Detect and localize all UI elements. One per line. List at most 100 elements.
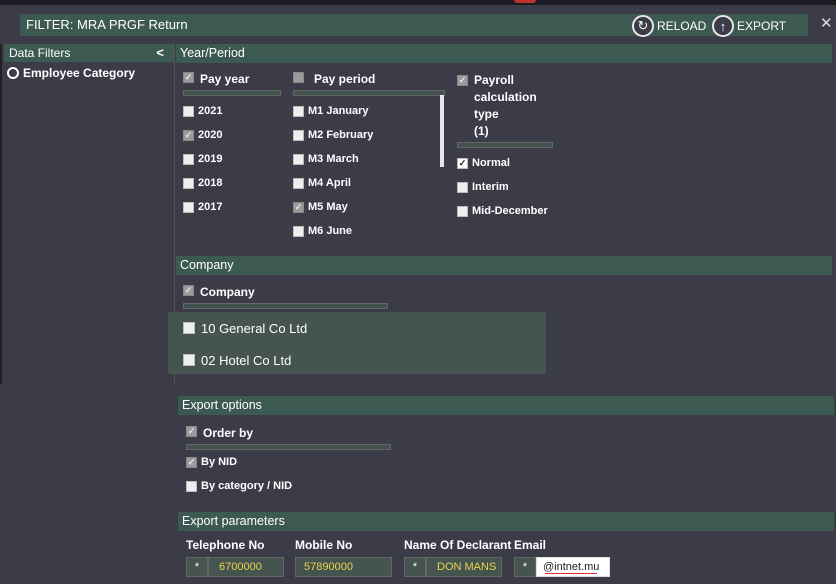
window-indicator	[514, 0, 536, 3]
section-year-period: Year/Period	[176, 44, 832, 63]
email-label: Email	[514, 538, 547, 552]
checkbox[interactable]	[183, 322, 195, 334]
section-export-parameters: Export parameters	[178, 512, 834, 531]
company-option[interactable]: 02 Hotel Co Ltd	[168, 344, 546, 376]
checkbox[interactable]: ✓	[186, 456, 197, 468]
pay-period-scrollbar[interactable]	[440, 95, 444, 167]
select-all-checkbox[interactable]	[293, 72, 304, 83]
pay-year-header[interactable]: ✓ Pay year	[183, 72, 281, 86]
declarant-input[interactable]: DON MANS	[426, 557, 502, 577]
checkbox[interactable]	[186, 480, 197, 492]
calc-type-title: Payroll	[474, 73, 515, 87]
pay-year-option[interactable]: 2021	[183, 99, 281, 123]
checkbox[interactable]	[183, 153, 194, 165]
checkbox[interactable]	[457, 205, 468, 217]
spellcheck-underline	[545, 573, 597, 574]
calc-type-header[interactable]: ✓ Payroll calculation type (1)	[457, 72, 557, 140]
company-title: Company	[200, 285, 255, 299]
option-label: 2019	[198, 153, 223, 165]
pay-year-title: Pay year	[200, 72, 250, 86]
checkbox[interactable]	[183, 354, 195, 366]
pay-period-option[interactable]: M6 June	[293, 219, 445, 243]
sidebar-item-label: Employee Category	[23, 66, 136, 80]
calc-type-option[interactable]: Interim	[457, 175, 557, 199]
calc-type-filter[interactable]	[457, 142, 553, 148]
chevron-left-icon[interactable]: <	[156, 44, 164, 62]
email-field[interactable]: * @intnet.mu	[514, 557, 610, 577]
window-top-strip	[0, 0, 836, 5]
checkbox[interactable]: ✓	[293, 201, 304, 213]
reload-label: RELOAD	[657, 19, 707, 33]
required-marker: *	[186, 557, 208, 577]
calc-type-title: calculation type	[474, 90, 537, 121]
pay-period-option[interactable]: M2 February	[293, 123, 445, 147]
checkbox[interactable]	[293, 129, 304, 141]
checkbox[interactable]	[183, 201, 194, 213]
pay-period-title: Pay period	[314, 72, 376, 86]
pay-year-column: ✓ Pay year 2021 ✓ 2020 2019 2018 2017	[183, 72, 281, 219]
option-label: 02 Hotel Co Ltd	[201, 352, 292, 368]
radio-icon	[7, 67, 19, 79]
required-marker: *	[514, 557, 536, 577]
mobile-input[interactable]: 57890000	[295, 557, 392, 577]
pay-period-option[interactable]: M3 March	[293, 147, 445, 171]
sidebar: Data Filters < Employee Category	[4, 44, 175, 384]
option-label: 2020	[198, 129, 223, 141]
left-edge	[0, 44, 2, 384]
declarant-field[interactable]: * DON MANS	[404, 557, 502, 577]
select-all-checkbox[interactable]: ✓	[186, 426, 197, 437]
checkbox[interactable]	[457, 181, 468, 193]
export-button[interactable]: ↑ EXPORT	[712, 12, 786, 40]
checkbox[interactable]: ✓	[457, 157, 468, 169]
company-filter[interactable]	[183, 303, 388, 309]
company-header[interactable]: ✓ Company	[183, 285, 393, 299]
option-label: M1 January	[308, 105, 369, 117]
checkbox[interactable]	[183, 177, 194, 189]
sidebar-title: Data Filters	[9, 46, 71, 60]
calc-type-option[interactable]: Mid-December	[457, 199, 557, 223]
pay-period-option[interactable]: M1 January	[293, 99, 445, 123]
order-by-option[interactable]: ✓ By NID	[186, 450, 396, 474]
checkbox[interactable]	[293, 225, 304, 237]
calc-type-option[interactable]: ✓ Normal	[457, 151, 557, 175]
telephone-input[interactable]: 6700000	[208, 557, 284, 577]
pay-year-filter[interactable]	[183, 90, 281, 96]
pay-period-option[interactable]: M4 April	[293, 171, 445, 195]
mobile-field[interactable]: 57890000	[295, 557, 392, 577]
pay-period-option[interactable]: ✓ M5 May	[293, 195, 445, 219]
pay-year-option[interactable]: 2018	[183, 171, 281, 195]
reload-button[interactable]: ↻ RELOAD	[632, 12, 706, 40]
checkbox[interactable]	[293, 105, 304, 117]
select-all-checkbox[interactable]: ✓	[183, 72, 194, 83]
select-all-checkbox[interactable]: ✓	[183, 285, 194, 296]
option-label: Interim	[472, 181, 509, 193]
order-by-header[interactable]: ✓ Order by	[186, 426, 396, 440]
company-option[interactable]: 10 General Co Ltd	[168, 312, 546, 344]
checkbox[interactable]	[183, 105, 194, 117]
select-all-checkbox[interactable]: ✓	[457, 75, 468, 86]
option-label: M4 April	[308, 177, 351, 189]
sidebar-item-employee-category[interactable]: Employee Category	[4, 66, 174, 80]
order-by-title: Order by	[203, 426, 254, 440]
option-label: M6 June	[308, 225, 353, 237]
pay-year-option[interactable]: 2019	[183, 147, 281, 171]
option-label: M5 May	[308, 201, 348, 213]
pay-year-option[interactable]: 2017	[183, 195, 281, 219]
close-icon[interactable]: ✕	[820, 14, 833, 32]
pay-period-header[interactable]: Pay period	[293, 72, 445, 86]
checkbox[interactable]	[293, 177, 304, 189]
option-label: Mid-December	[472, 205, 548, 217]
pay-period-column: Pay period M1 January M2 February M3 Mar…	[293, 72, 445, 243]
email-input[interactable]: @intnet.mu	[536, 557, 610, 577]
checkbox[interactable]: ✓	[183, 129, 194, 141]
export-label: EXPORT	[737, 19, 787, 33]
telephone-field[interactable]: * 6700000	[186, 557, 284, 577]
checkbox[interactable]	[293, 153, 304, 165]
company-column: ✓ Company	[183, 285, 393, 309]
pay-year-option[interactable]: ✓ 2020	[183, 123, 281, 147]
reload-icon: ↻	[632, 15, 654, 37]
pay-period-filter[interactable]	[293, 90, 445, 96]
order-by-option[interactable]: By category / NID	[186, 474, 396, 498]
option-label: 10 General Co Ltd	[201, 320, 308, 336]
order-by-column: ✓ Order by ✓ By NID By category / NID	[186, 426, 396, 498]
